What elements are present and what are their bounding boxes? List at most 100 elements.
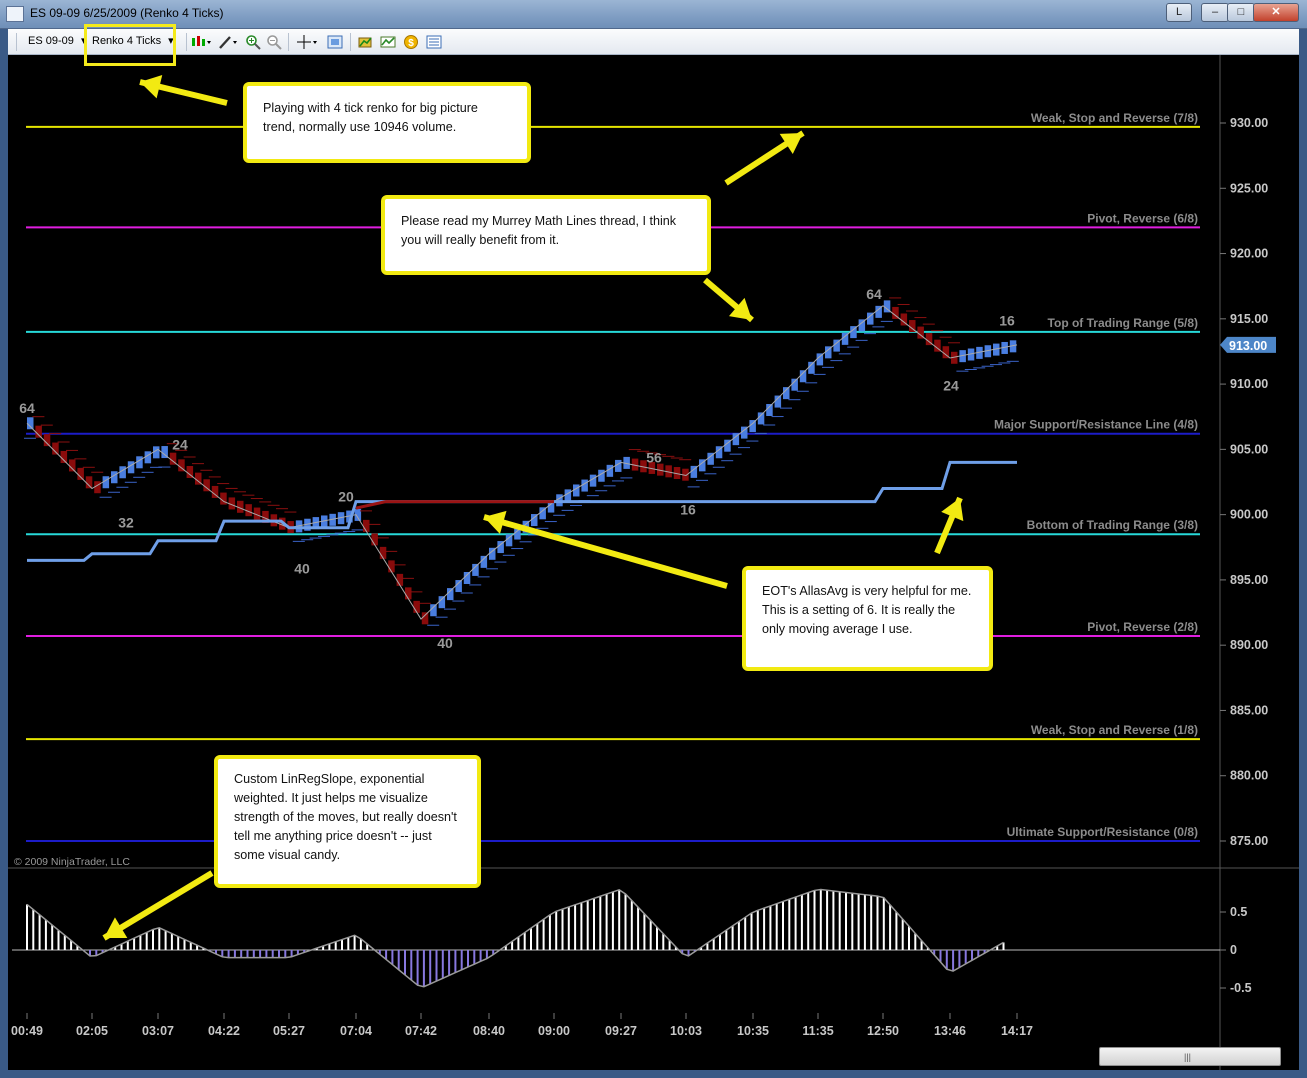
renko-brick [463,571,471,584]
renko-brick [388,560,395,573]
swing-count-label: 16 [680,502,696,518]
swing-count-label: 64 [866,286,882,302]
swing-count-label: 24 [172,436,188,452]
period-highlight-box [84,24,176,66]
swing-count-label: 20 [338,489,354,505]
murrey-label: Ultimate Support/Resistance (0/8) [1007,825,1198,839]
note-renko: Playing with 4 tick renko for big pictur… [243,82,531,163]
toolbar-grip [16,33,17,51]
annotation-arrow-line [483,514,728,589]
price-tick-label: 875.00 [1230,834,1268,848]
price-tick-label: 920.00 [1230,247,1268,261]
renko-brick [766,403,773,416]
time-tick-label: 02:05 [76,1024,108,1038]
allas-avg-red-segment [355,500,554,510]
swing-count-label: 64 [19,400,35,416]
indicator-tick-label: -0.5 [1230,981,1252,995]
instrument-label: ES 09-09 [28,35,74,47]
zoom-in-icon[interactable] [245,34,261,50]
scrollbar-grip[interactable]: ||| [1184,1052,1191,1062]
time-tick-label: 07:42 [405,1024,437,1038]
time-tick-label: 07:04 [340,1024,372,1038]
indicator-tick-label: 0 [1230,943,1237,957]
renko-brick [85,476,93,489]
time-tick-label: 09:27 [605,1024,637,1038]
murrey-label: Major Support/Resistance Line (4/8) [994,418,1198,432]
renko-brick [421,612,429,625]
price-tick-label: 900.00 [1230,508,1268,522]
renko-brick [396,573,404,586]
toolbar-separator [288,33,289,51]
time-tick-label: 10:03 [670,1024,702,1038]
renko-brick [791,378,798,391]
horizontal-scrollbar[interactable]: ||| [1099,1047,1281,1066]
crosshair-icon[interactable] [296,34,317,50]
zoom-out-icon[interactable] [266,34,282,50]
time-tick-label: 04:22 [208,1024,240,1038]
price-tick-label: 880.00 [1230,769,1268,783]
murrey-label: Pivot, Reverse (2/8) [1087,620,1198,634]
renko-brick [69,459,76,472]
annotation-arrowhead [484,510,507,535]
window-title: ES 09-09 6/25/2009 (Renko 4 Ticks) [30,6,224,20]
renko-brick [363,519,370,532]
slope-outline [26,888,1004,988]
close-button[interactable]: ✕ [1253,3,1299,22]
renko-brick [52,442,59,455]
time-tick-label: 12:50 [867,1024,899,1038]
price-tick-label: 905.00 [1230,442,1268,456]
murrey-label: Bottom of Trading Range (3/8) [1027,518,1198,532]
price-tick-label: 930.00 [1230,116,1268,130]
maximize-button[interactable]: □ [1227,3,1255,22]
data-box-icon[interactable] [426,34,442,50]
note-murrey-math: Please read my Murrey Math Lines thread,… [381,195,711,275]
note-linregslope: Custom LinRegSlope, exponential weighted… [214,755,481,888]
renko-brick [808,361,815,374]
swing-count-label: 40 [437,635,453,651]
copyright-text: © 2009 NinjaTrader, LLC [14,856,130,868]
toolbar-separator [186,33,187,51]
strategies-icon[interactable] [357,34,373,50]
swing-count-label: 32 [118,515,134,531]
l-button[interactable]: L [1166,3,1192,22]
annotation-arrowhead [140,75,163,99]
price-tick-label: 925.00 [1230,181,1268,195]
price-tick-label: 910.00 [1230,377,1268,391]
murrey-label: Pivot, Reverse (6/8) [1087,211,1198,225]
indicator-tick-label: 0.5 [1230,905,1247,919]
note-allas-avg: EOT's AllasAvg is very helpful for me. T… [742,566,993,671]
minimize-button[interactable]: – [1201,3,1229,22]
drawing-tool-icon[interactable] [217,34,237,50]
instrument-selector[interactable]: ES 09-09 ▾ [28,34,86,49]
renko-brick [757,412,765,425]
indicators-icon[interactable] [380,34,396,50]
renko-brick [472,563,479,576]
renko-brick [413,600,420,613]
time-tick-label: 11:35 [802,1024,833,1038]
renko-brick [379,546,387,559]
time-tick-label: 05:27 [273,1024,305,1038]
time-tick-label: 09:00 [538,1024,570,1038]
murrey-label: Top of Trading Range (5/8) [1048,316,1198,330]
chart-properties-icon[interactable] [327,34,343,50]
toolbar-separator [350,33,351,51]
renko-brick [35,425,42,438]
time-tick-label: 03:07 [142,1024,174,1038]
renko-brick [774,395,782,408]
chart-toolbar: ES 09-09 ▾ Renko 4 Ticks ▾ $ [8,29,1299,55]
renko-brick [405,587,412,600]
time-tick-label: 14:17 [1001,1024,1033,1038]
price-tick-label: 915.00 [1230,312,1268,326]
time-tick-label: 00:49 [11,1024,43,1038]
price-tick-label: 890.00 [1230,638,1268,652]
renko-brick [799,370,807,383]
time-tick-label: 10:35 [737,1024,769,1038]
candlestick-style-icon[interactable] [190,34,211,50]
renko-brick [438,596,446,609]
coin-icon[interactable]: $ [403,34,419,50]
current-price-label: 913.00 [1229,339,1267,353]
time-tick-label: 13:46 [934,1024,966,1038]
swing-count-label: 40 [294,560,310,576]
chart-app-icon [6,6,24,22]
title-bar: ES 09-09 6/25/2009 (Renko 4 Ticks) L – □… [0,0,1307,29]
